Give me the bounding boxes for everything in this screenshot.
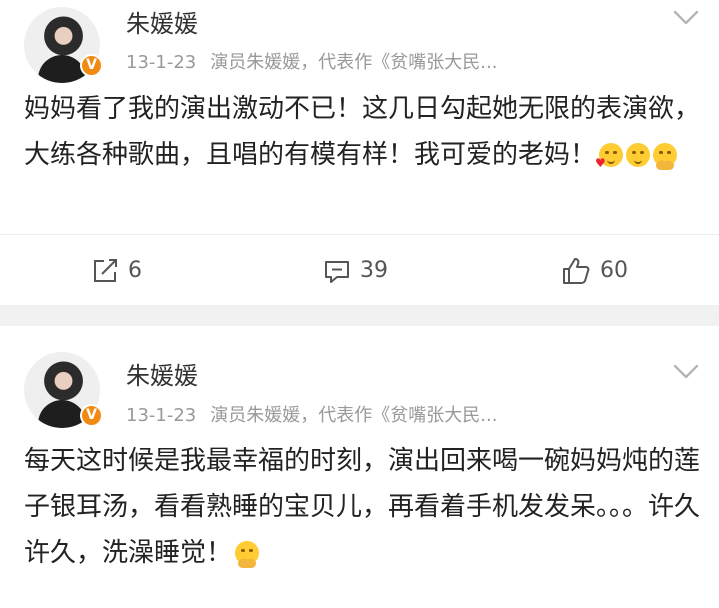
repost-count: 6 [128,258,142,283]
comment-button[interactable]: 39 [322,235,388,306]
post-body: 每天这时候是我最幸福的时刻，演出回来喝一碗妈妈炖的莲子银耳汤，看看熟睡的宝贝儿，… [24,446,701,568]
blow-kiss-emoji-icon: ♥ [595,143,624,169]
happy-hands-emoji-icon [235,541,260,568]
post-action-bar: 6 39 60 [0,234,719,306]
post-meta: 13-1-23 演员朱媛媛，代表作《贫嘴张大民... [126,48,646,74]
verified-badge-icon: V [80,404,103,427]
weibo-post-card: V 朱媛媛 13-1-23 演员朱媛媛，代表作《贫嘴张大民... 每天这时候是我最… [0,326,719,608]
like-count: 60 [600,258,628,283]
post-date: 13-1-23 [126,52,197,73]
like-button[interactable]: 60 [560,235,628,306]
verified-badge-icon: V [80,54,103,77]
author-name[interactable]: 朱媛媛 [126,4,198,39]
weibo-post-card: V 朱媛媛 13-1-23 演员朱媛媛，代表作《贫嘴张大民... 妈妈看了我的演出… [0,0,719,305]
post-text: 妈妈看了我的演出激动不已！这几日勾起她无限的表演欲，大练各种歌曲，且唱的有模有样… [24,86,704,178]
post-text: 每天这时候是我最幸福的时刻，演出回来喝一碗妈妈炖的莲子银耳汤，看看熟睡的宝贝儿，… [24,438,704,576]
author-description: 演员朱媛媛，代表作《贫嘴张大民... [210,405,498,426]
repost-icon [94,258,117,282]
comment-count: 39 [360,258,388,283]
repost-button[interactable]: 6 [90,235,142,306]
author-name[interactable]: 朱媛媛 [126,356,198,391]
author-description: 演员朱媛媛，代表作《贫嘴张大民... [210,52,498,73]
chevron-down-icon[interactable] [671,2,701,32]
comment-icon [325,260,349,283]
clap-emoji-icon [653,143,678,170]
smile-emoji-icon [626,143,651,167]
thumbs-up-icon [563,257,590,284]
post-meta: 13-1-23 演员朱媛媛，代表作《贫嘴张大民... [126,401,646,427]
chevron-down-icon[interactable] [671,356,701,386]
post-date: 13-1-23 [126,405,197,426]
